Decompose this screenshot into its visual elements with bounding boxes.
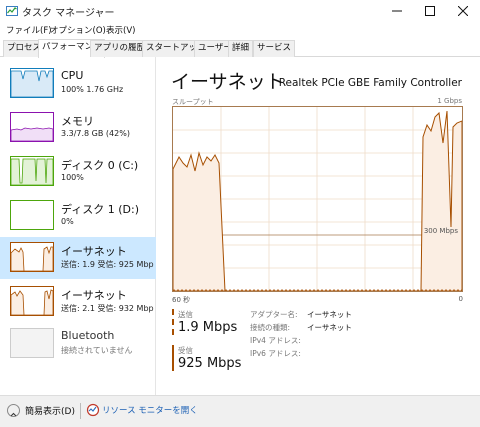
- resource-title: ディスク 1 (D:): [61, 203, 139, 216]
- tab-bar: プロセス パフォーマンス アプリの履歴 スタートアップ ユーザー 詳細 サービス: [0, 38, 480, 58]
- ethernet-detail-panel: イーサネット Realtek PCIe GBE Family Controlle…: [157, 57, 480, 395]
- send-value: 1.9 Mbps: [178, 320, 238, 335]
- memory-thumbnail-graph: [10, 112, 54, 142]
- resource-subtitle: 100% 1.76 GHz: [61, 85, 124, 94]
- detail-title: イーサネット: [171, 71, 285, 93]
- resource-item-disk1[interactable]: ディスク 1 (D:) 0%: [0, 195, 156, 237]
- ethernet2-thumbnail-graph: [10, 286, 54, 316]
- resource-item-ethernet-1[interactable]: イーサネット 送信: 1.9 受信: 925 Mbp: [0, 237, 156, 279]
- resource-subtitle: 送信: 2.1 受信: 932 Mbp: [61, 304, 154, 313]
- resource-monitor-icon[interactable]: [86, 403, 100, 417]
- receive-stat: 受信 925 Mbps: [172, 345, 241, 371]
- footer-bar: 簡易表示(D) リソース モニターを開く: [0, 395, 480, 427]
- resource-subtitle: 送信: 1.9 受信: 925 Mbp: [61, 260, 154, 269]
- resource-item-ethernet-2[interactable]: イーサネット 送信: 2.1 受信: 932 Mbp: [0, 281, 156, 323]
- title-bar: タスク マネージャー: [0, 0, 480, 22]
- menu-file[interactable]: ファイル(F): [6, 24, 52, 36]
- property-value: イーサネット: [307, 323, 352, 332]
- receive-series: [173, 110, 462, 291]
- property-row: アダプター名: イーサネット: [250, 309, 440, 322]
- close-button[interactable]: [446, 0, 480, 22]
- window-title: タスク マネージャー: [22, 8, 115, 19]
- resource-item-memory[interactable]: メモリ 3.3/7.8 GB (42%): [0, 107, 156, 149]
- send-stat: 送信 1.9 Mbps: [172, 309, 237, 335]
- resource-title: メモリ: [61, 115, 94, 128]
- resource-subtitle: 3.3/7.8 GB (42%): [61, 129, 130, 138]
- resource-title: Bluetooth: [61, 329, 115, 342]
- time-axis-label: 60 秒: [172, 296, 191, 304]
- close-icon: [458, 6, 468, 16]
- resource-subtitle: 0%: [61, 217, 74, 226]
- resource-subtitle: 接続されていません: [61, 346, 133, 355]
- property-key: IPv6 アドレス:: [250, 349, 301, 358]
- menu-options[interactable]: オプション(O): [50, 24, 106, 36]
- chevron-up-icon: [10, 412, 17, 417]
- resource-item-bluetooth[interactable]: Bluetooth 接続されていません: [0, 323, 156, 365]
- resource-title: イーサネット: [61, 289, 127, 302]
- minimize-button[interactable]: [380, 0, 414, 22]
- tab-details[interactable]: 詳細: [228, 40, 254, 57]
- time-axis-end-label: 0: [458, 295, 463, 303]
- minimize-icon: [392, 10, 402, 12]
- tab-app-history[interactable]: アプリの履歴: [90, 40, 150, 57]
- throughput-graph-svg: [173, 107, 462, 291]
- footer-separator: [80, 403, 81, 419]
- menu-bar: ファイル(F) オプション(O) 表示(V): [0, 22, 480, 38]
- maximize-icon: [425, 6, 435, 16]
- bluetooth-thumbnail-graph: [10, 328, 54, 358]
- task-manager-window: タスク マネージャー ファイル(F) オプション(O) 表示(V) プロセス パ…: [0, 0, 480, 427]
- property-key: IPv4 アドレス:: [250, 336, 301, 345]
- adapter-name: Realtek PCIe GBE Family Controller: [278, 77, 462, 89]
- ethernet1-thumbnail-graph: [10, 242, 54, 272]
- task-manager-app-icon: [6, 6, 18, 16]
- disk0-thumbnail-graph: [10, 156, 54, 186]
- resource-item-disk0[interactable]: ディスク 0 (C:) 100%: [0, 151, 156, 193]
- graph-max-label: 1 Gbps: [437, 97, 462, 105]
- resource-title: CPU: [61, 69, 84, 82]
- send-label: 送信: [178, 310, 193, 319]
- open-resource-monitor-link[interactable]: リソース モニターを開く: [102, 404, 198, 416]
- resource-list: CPU 100% 1.76 GHz メモリ 3.3/7.8 GB (42%) デ…: [0, 57, 156, 395]
- property-row: 接続の種類: イーサネット: [250, 322, 440, 335]
- property-row: IPv6 アドレス:: [250, 348, 440, 361]
- property-key: アダプター名:: [250, 310, 298, 319]
- property-key: 接続の種類:: [250, 323, 291, 332]
- resource-title: ディスク 0 (C:): [61, 159, 139, 172]
- disk1-thumbnail-graph: [10, 200, 54, 230]
- maximize-button[interactable]: [413, 0, 447, 22]
- receive-value: 925 Mbps: [178, 356, 242, 371]
- fewer-details-label[interactable]: 簡易表示(D): [25, 404, 75, 417]
- fewer-details-button[interactable]: [7, 404, 20, 417]
- tab-services[interactable]: サービス: [253, 40, 296, 57]
- cpu-thumbnail-graph: [10, 68, 54, 98]
- property-row: IPv4 アドレス:: [250, 335, 440, 348]
- resource-subtitle: 100%: [61, 173, 84, 182]
- adapter-properties: アダプター名: イーサネット 接続の種類: イーサネット IPv4 アドレス: …: [250, 309, 440, 361]
- resource-item-cpu[interactable]: CPU 100% 1.76 GHz: [0, 63, 156, 105]
- throughput-graph: 300 Mbps: [172, 106, 463, 292]
- menu-view[interactable]: 表示(V): [106, 24, 135, 36]
- resource-title: イーサネット: [61, 245, 127, 258]
- property-value: イーサネット: [307, 310, 352, 319]
- scale-line-label: 300 Mbps: [423, 227, 458, 235]
- receive-label: 受信: [178, 346, 193, 355]
